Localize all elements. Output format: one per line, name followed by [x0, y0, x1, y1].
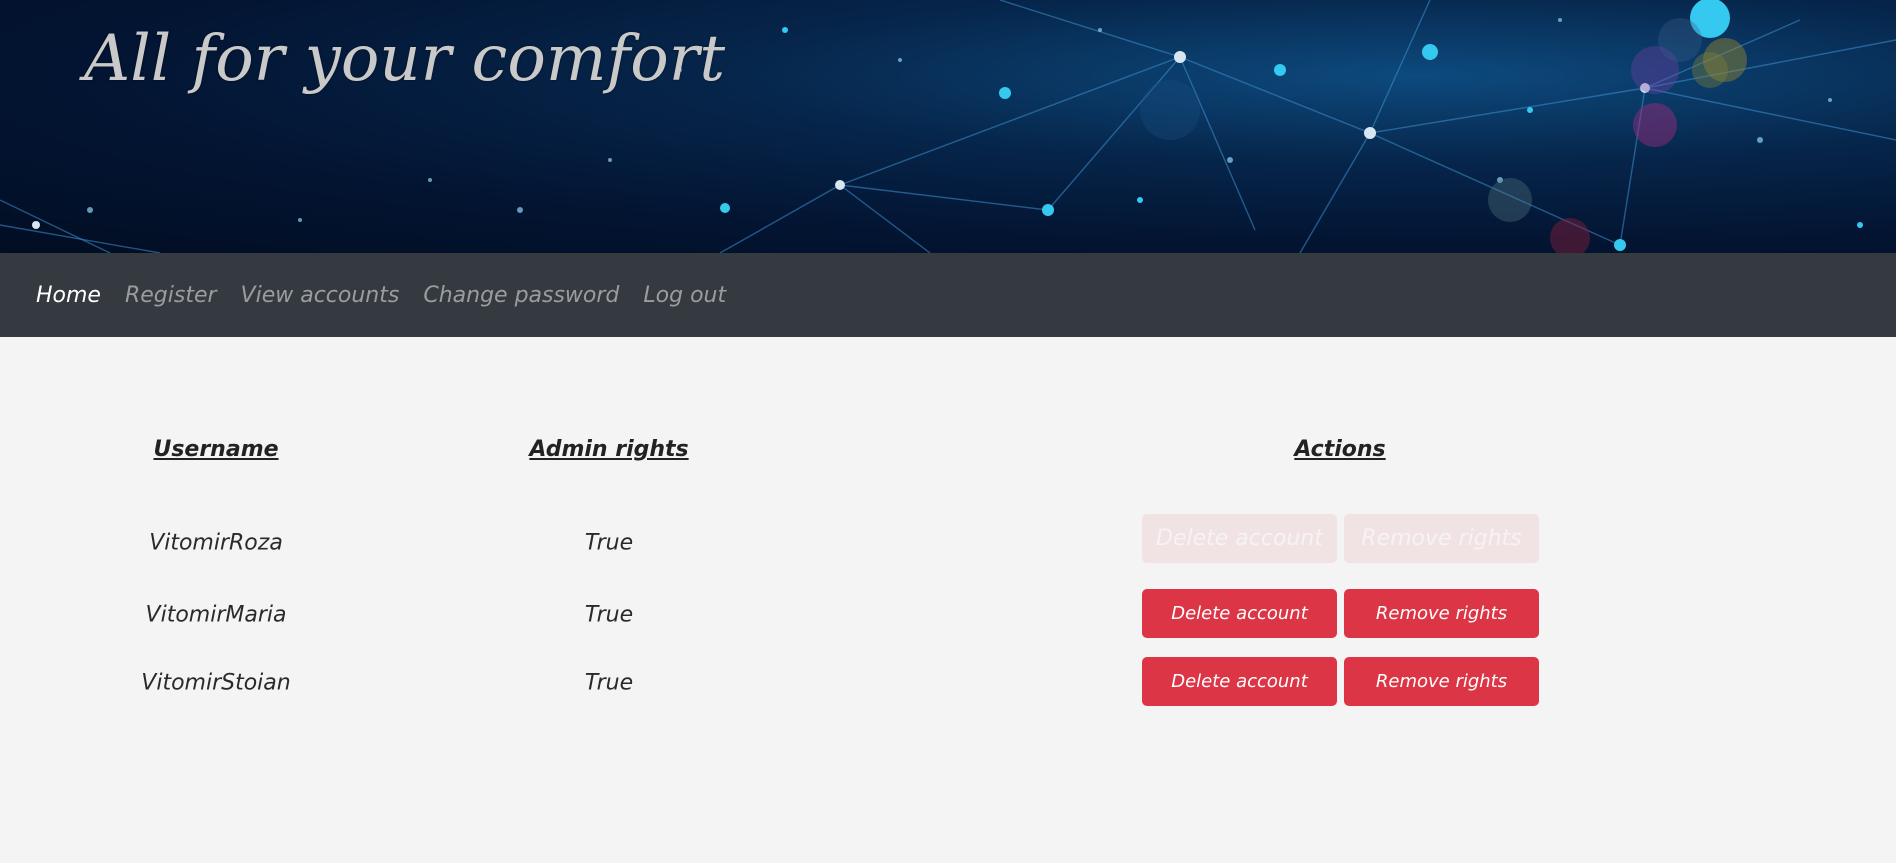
header-username: Username: [153, 437, 279, 462]
cell-admin-rights: True: [584, 670, 634, 696]
nav-link-home[interactable]: Home: [36, 283, 101, 308]
delete-account-button[interactable]: Delete account: [1142, 657, 1337, 706]
delete-account-button: Delete account: [1142, 514, 1337, 563]
nav-link-view-accounts[interactable]: View accounts: [241, 283, 400, 308]
page: All for your comfort Home Register View …: [0, 0, 1896, 863]
cell-username: VitomirMaria: [145, 602, 287, 628]
remove-rights-button[interactable]: Remove rights: [1344, 589, 1539, 638]
remove-rights-button: Remove rights: [1344, 514, 1539, 563]
cell-admin-rights: True: [584, 530, 634, 556]
header-actions: Actions: [1294, 437, 1386, 462]
remove-rights-button[interactable]: Remove rights: [1344, 657, 1539, 706]
nav-link-register[interactable]: Register: [125, 283, 217, 308]
nav-link-log-out[interactable]: Log out: [643, 283, 726, 308]
cell-username: VitomirRoza: [149, 530, 283, 556]
header-banner: All for your comfort: [0, 0, 1896, 253]
cell-admin-rights: True: [584, 602, 634, 628]
header-admin-rights: Admin rights: [529, 437, 689, 462]
delete-account-button[interactable]: Delete account: [1142, 589, 1337, 638]
cell-username: VitomirStoian: [141, 670, 291, 696]
accounts-table: Username Admin rights Actions VitomirRoz…: [0, 337, 1896, 863]
nav-link-change-password[interactable]: Change password: [423, 283, 619, 308]
main-navbar: Home Register View accounts Change passw…: [0, 253, 1896, 337]
site-title: All for your comfort: [84, 22, 726, 96]
